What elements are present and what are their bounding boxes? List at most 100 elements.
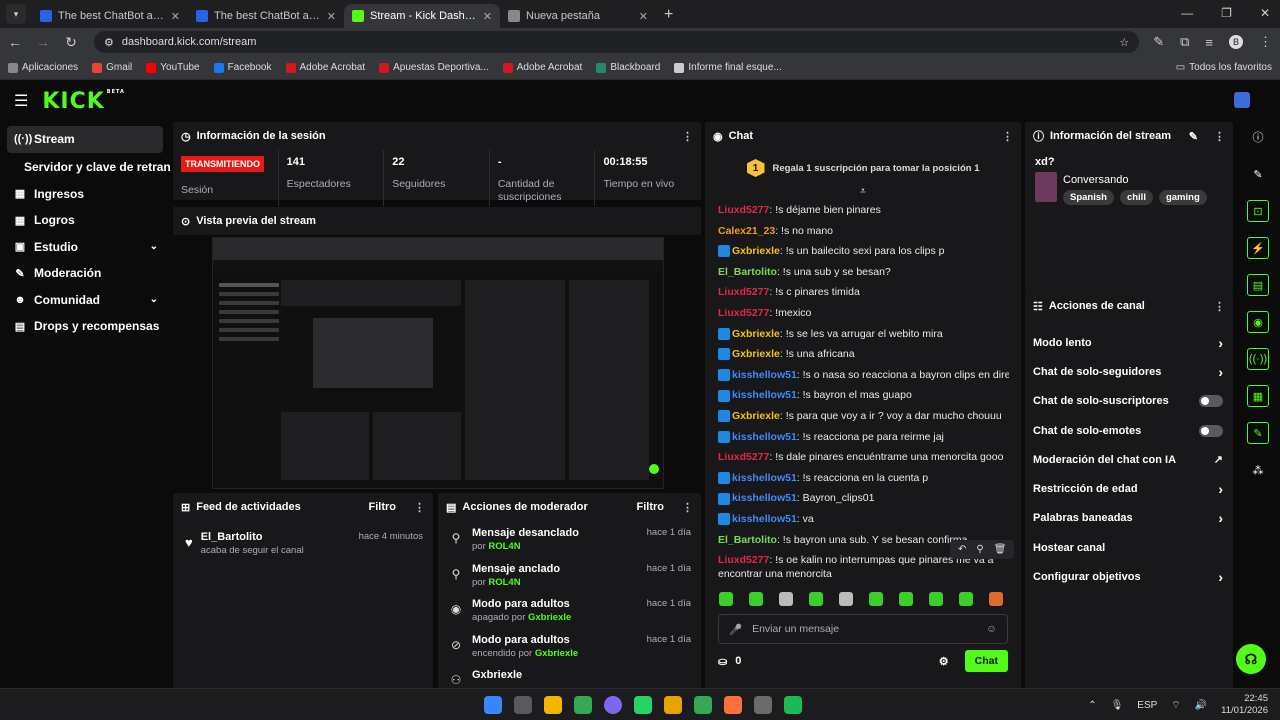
stream-info-menu-icon[interactable]: ⋮ (1214, 130, 1225, 143)
rail-list-icon[interactable]: ▦ (1247, 385, 1269, 407)
category-name[interactable]: Conversando (1063, 174, 1207, 186)
chat-message[interactable]: Gxbriexle: !s para que voy a ir ? voy a … (718, 406, 1009, 427)
browser-tab[interactable]: Nueva pestaña ✕ (500, 4, 656, 28)
sidebar-item-stream[interactable]: ((·)) Stream (7, 126, 163, 153)
rail-edit-icon[interactable]: ✎ (1247, 163, 1269, 185)
bookmark-item[interactable]: Aplicaciones (8, 62, 78, 73)
session-menu-icon[interactable]: ⋮ (682, 130, 693, 143)
external-link-icon[interactable]: ↗ (1214, 453, 1223, 466)
close-window-icon[interactable]: ✕ (1260, 6, 1270, 20)
stream-tag[interactable]: gaming (1158, 190, 1207, 205)
chat-username[interactable]: Liuxd5277 (718, 282, 769, 303)
chat-username[interactable]: Liuxd5277 (718, 447, 769, 468)
taskbar-app-icon[interactable] (544, 696, 562, 714)
user-avatar[interactable] (1234, 92, 1250, 108)
mod-action-user[interactable]: ROL4N (488, 541, 520, 552)
emote-icon[interactable] (839, 592, 853, 606)
pin-icon[interactable]: ⚲ (976, 544, 983, 555)
chat-username[interactable]: El_Bartolito (718, 262, 777, 283)
emote-icon[interactable] (809, 592, 823, 606)
taskbar-app-icon[interactable] (664, 696, 682, 714)
chat-send-button[interactable]: Chat (964, 650, 1008, 672)
emote-icon[interactable] (929, 592, 943, 606)
chevron-right-icon[interactable]: › (1218, 364, 1223, 380)
reload-icon[interactable]: ↻ (64, 34, 78, 51)
sub-leaderboard-banner[interactable]: 1 Regala 1 suscripción para tomar la pos… (705, 150, 1021, 186)
mod-action-item[interactable]: ⚲ Mensaje desanclado por ROL4N hace 1 día (438, 521, 701, 557)
emote-icon[interactable] (959, 592, 973, 606)
mod-action-user[interactable]: Gxbriexle (535, 648, 578, 659)
chat-message[interactable]: Gxbriexle: !s un bailecito sexi para los… (718, 241, 1009, 262)
feed-username[interactable]: El_Bartolito (201, 531, 304, 543)
mod-action-user[interactable]: ROL4N (488, 577, 520, 588)
rail-wrench-icon[interactable]: ✎ (1247, 422, 1269, 444)
tray-chevron-icon[interactable]: ⌃ (1088, 700, 1096, 711)
toggle-switch[interactable] (1199, 424, 1223, 437)
chat-username[interactable]: Gxbriexle (732, 324, 780, 345)
url-input[interactable]: ⚙ dashboard.kick.com/stream ☆ (94, 31, 1140, 53)
taskbar-app-icon[interactable] (694, 696, 712, 714)
chat-username[interactable]: kisshellow51 (732, 509, 797, 530)
expand-chevron-icon[interactable]: ⩡ (705, 186, 1021, 198)
tray-mic-icon[interactable]: 🎙 (1111, 700, 1124, 711)
taskbar-app-icon[interactable] (604, 696, 622, 714)
feed-filter-button[interactable]: Filtro (369, 501, 397, 513)
bookmark-item[interactable]: Adobe Acrobat (285, 62, 365, 73)
sidebar-item-drops[interactable]: ▤ Drops y recompensas (0, 313, 170, 340)
toggle-switch[interactable] (1199, 395, 1223, 408)
sidebar-item-moderación[interactable]: ✎ Moderación (0, 260, 170, 287)
chat-menu-icon[interactable]: ⋮ (1002, 130, 1013, 143)
stream-preview-video[interactable] (212, 237, 664, 489)
chevron-down-icon[interactable]: ⌄ (150, 294, 158, 305)
chat-username[interactable]: Gxbriexle (732, 344, 780, 365)
chat-message[interactable]: kisshellow51: !s reacciona pe para reirm… (718, 427, 1009, 448)
stream-tag[interactable]: chill (1119, 190, 1153, 205)
chevron-right-icon[interactable]: › (1218, 510, 1223, 526)
mod-filter-button[interactable]: Filtro (637, 501, 665, 513)
category-thumbnail[interactable] (1035, 172, 1057, 202)
profile-avatar[interactable]: B (1229, 35, 1243, 49)
chat-username[interactable]: Calex21_23 (718, 221, 775, 242)
mod-action-item[interactable]: ⚇ Gxbriexle (438, 663, 701, 688)
emote-icon[interactable] (899, 592, 913, 606)
browser-tab[interactable]: The best ChatBot and Widgets ✕ (32, 4, 188, 28)
rail-camera-icon[interactable]: ⊡ (1247, 200, 1269, 222)
chat-message[interactable]: kisshellow51: va (718, 509, 1009, 530)
mod-menu-icon[interactable]: ⋮ (682, 501, 693, 514)
clock[interactable]: 22:45 11/01/2026 (1221, 693, 1268, 717)
taskbar-app-icon[interactable] (484, 696, 502, 714)
emote-icon[interactable] (869, 592, 883, 606)
browser-tab[interactable]: The best ChatBot and Widgets ✕ (188, 4, 344, 28)
chat-settings-icon[interactable]: ⚙ (939, 655, 949, 668)
sidebar-item-ingresos[interactable]: ▦ Ingresos (0, 181, 170, 208)
chat-message[interactable]: Liuxd5277: !s c pinares timida (718, 282, 1009, 303)
mic-icon[interactable]: 🎤 (729, 623, 742, 636)
emote-icon[interactable] (779, 592, 793, 606)
chat-message[interactable]: Liuxd5277: !s dale pinares encuéntrame u… (718, 447, 1009, 468)
chat-username[interactable]: kisshellow51 (732, 385, 797, 406)
media-icon[interactable]: ≡ (1205, 35, 1213, 50)
mod-action-user[interactable]: Gxbriexle (528, 612, 571, 623)
emoji-icon[interactable]: ☺ (986, 623, 997, 635)
chat-username[interactable]: Gxbriexle (732, 241, 780, 262)
tab-close-icon[interactable]: ✕ (171, 10, 180, 23)
hamburger-menu-icon[interactable]: ☰ (14, 91, 28, 111)
tab-close-icon[interactable]: ✕ (639, 10, 648, 23)
kick-logo[interactable]: KICK BETA (42, 89, 125, 114)
delete-icon[interactable]: 🗑 (994, 544, 1007, 555)
channel-action-7[interactable]: Hostear canal (1025, 533, 1233, 562)
rail-info-icon[interactable]: ⓘ (1247, 126, 1269, 148)
chat-input[interactable]: 🎤 Enviar un mensaje ☺ (718, 614, 1008, 644)
points-icon[interactable]: ⛀ (718, 655, 727, 668)
chevron-down-icon[interactable]: ⌄ (150, 241, 158, 252)
chevron-right-icon[interactable]: › (1218, 481, 1223, 497)
chat-message[interactable]: Liuxd5277: !s déjame bien pinares (718, 200, 1009, 221)
edit-icon[interactable]: ✎ (1189, 130, 1198, 143)
tab-close-icon[interactable]: ✕ (327, 10, 336, 23)
bookmark-item[interactable]: Blackboard (596, 62, 660, 73)
pen-icon[interactable]: ✎ (1153, 34, 1164, 50)
mod-action-item[interactable]: ⚲ Mensaje anclado por ROL4N hace 1 día (438, 557, 701, 593)
site-info-icon[interactable]: ⚙ (104, 36, 114, 49)
tab-search-icon[interactable]: ▾ (6, 4, 26, 24)
chat-username[interactable]: Liuxd5277 (718, 554, 769, 566)
